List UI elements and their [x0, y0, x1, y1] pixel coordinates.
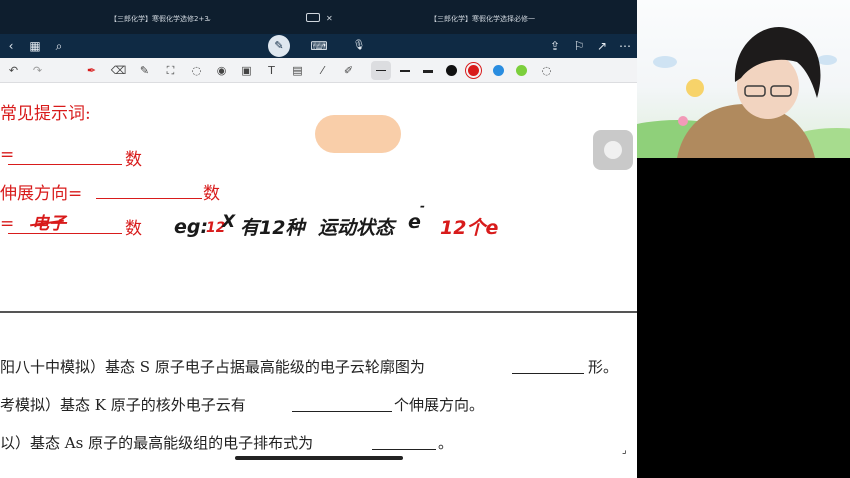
pen-tool-icon[interactable]: ✒ — [83, 62, 100, 79]
undo-icon[interactable]: ↶ — [5, 62, 22, 79]
redo-icon[interactable]: ↷ — [29, 62, 46, 79]
section-divider — [0, 311, 637, 313]
line1-blank — [8, 164, 122, 165]
question-2-text: 考模拟）基态 K 原子的核外电子云有 — [0, 396, 246, 414]
split-view-icon[interactable] — [306, 13, 320, 22]
highlighter-icon[interactable]: ✎ — [136, 62, 153, 79]
floating-assistive-button[interactable] — [593, 130, 633, 170]
example-count-text: 有12种 — [240, 217, 305, 239]
ruler-icon[interactable]: ⁄ — [314, 62, 331, 79]
question-3-suffix: 。 — [438, 434, 454, 452]
keyboard-icon[interactable]: ⌨ — [310, 38, 328, 54]
line2-blank — [96, 198, 202, 199]
electron-charge: - — [420, 199, 425, 213]
question-1-suffix: 形。 — [588, 358, 619, 376]
notes-app: 【三郎化学】寒假化学选修2+3 ⌄ ✕ 【三郎化学】寒假化学选择必修一 ‹ ▦ … — [0, 0, 637, 478]
example-label: eg: — [174, 216, 209, 238]
line1-prefix: = — [0, 145, 15, 165]
lasso-icon[interactable]: ◌ — [188, 62, 205, 79]
drawing-toolbar: ↶ ↷ ✒ ⌫ ✎ ⛶ ◌ ◉ ▣ T ▤ ⁄ ✐ ◌ — [0, 58, 637, 83]
line1-suffix: 数 — [125, 150, 142, 170]
line3-prefix: = — [0, 214, 15, 234]
home-indicator[interactable] — [235, 456, 403, 460]
motion-states-text: 运动状态 — [318, 217, 395, 239]
color-green-swatch[interactable] — [516, 65, 527, 76]
line2-suffix: 数 — [203, 184, 220, 204]
eraser-icon[interactable]: ⌫ — [110, 62, 127, 79]
webcam-scene — [637, 26, 850, 158]
color-black-swatch[interactable] — [446, 65, 457, 76]
export-icon[interactable]: ⇪ — [547, 38, 563, 54]
assistive-dot — [604, 141, 622, 159]
person-body — [677, 104, 815, 158]
grid-icon[interactable]: ▦ — [27, 38, 43, 54]
back-icon[interactable]: ‹ — [4, 38, 18, 54]
line-medium-icon[interactable] — [400, 70, 410, 72]
pen-mode-button[interactable]: ✎ — [268, 35, 290, 57]
color-red-swatch[interactable] — [468, 65, 479, 76]
tab-dropdown-icon[interactable]: ⌄ — [206, 12, 212, 26]
search-icon[interactable]: ⌕ — [51, 38, 67, 54]
cloud-shape-2 — [817, 55, 837, 65]
question-2-suffix: 个伸展方向。 — [394, 396, 485, 414]
share-icon[interactable]: ↗ — [594, 38, 610, 54]
shape-icon[interactable]: ⛶ — [162, 62, 179, 79]
text-icon[interactable]: T — [263, 62, 280, 79]
note-page[interactable]: 常见提示词: = 数 伸展方向= 数 = 电子 数 eg: 12 X 有12种 … — [0, 83, 637, 478]
prompt-words-heading: 常见提示词: — [0, 104, 91, 124]
line3-suffix: 数 — [125, 219, 142, 239]
laser-pointer-icon[interactable]: ✐ — [340, 62, 357, 79]
electron-symbol: e — [408, 211, 421, 233]
line-thin-icon — [376, 70, 386, 71]
status-bar: 【三郎化学】寒假化学选修2+3 ⌄ ✕ 【三郎化学】寒假化学选择必修一 — [0, 0, 637, 34]
question-3-text: 以）基态 As 原子的最高能级组的电子排布式为 — [0, 434, 314, 452]
document-tab-2[interactable]: 【三郎化学】寒假化学选择必修一 — [430, 12, 535, 26]
video-letterbox — [637, 158, 850, 478]
document-tab-1[interactable]: 【三郎化学】寒假化学选修2+3 — [110, 12, 209, 26]
example-element: X — [222, 212, 236, 232]
mic-icon[interactable]: 🎙 — [350, 38, 368, 54]
sticker-icon[interactable]: ◉ — [213, 62, 230, 79]
sun-shape — [686, 79, 704, 97]
image-icon[interactable]: ▣ — [238, 62, 255, 79]
color-picker-icon[interactable]: ◌ — [538, 62, 555, 79]
question-2-blank — [292, 411, 392, 412]
question-1-text: 阳八十中模拟）基态 S 原子电子占据最高能级的电子云轮廓图为 — [0, 358, 425, 376]
question-1-blank — [512, 373, 584, 374]
camera-icon[interactable]: ▤ — [289, 62, 306, 79]
line-thick-icon[interactable] — [423, 70, 433, 73]
color-blue-swatch[interactable] — [493, 65, 504, 76]
bookmark-icon[interactable]: ⚐ — [571, 38, 587, 54]
close-tab-icon[interactable]: ✕ — [326, 12, 333, 26]
flower-shape — [678, 116, 688, 126]
highlight-mark — [315, 115, 401, 153]
page-corner-mark: ⌟ — [622, 445, 627, 456]
navigation-bar: ‹ ▦ ⌕ ⌨ 🎙 ⇪ ⚐ ↗ ⋯ — [0, 34, 637, 58]
question-3-blank — [372, 449, 436, 450]
webcam-video — [637, 0, 850, 158]
line2-prefix: 伸展方向= — [0, 184, 83, 204]
twelve-electrons-text: 12个e — [440, 217, 499, 239]
more-icon[interactable]: ⋯ — [617, 38, 633, 54]
cloud-shape — [653, 56, 677, 68]
